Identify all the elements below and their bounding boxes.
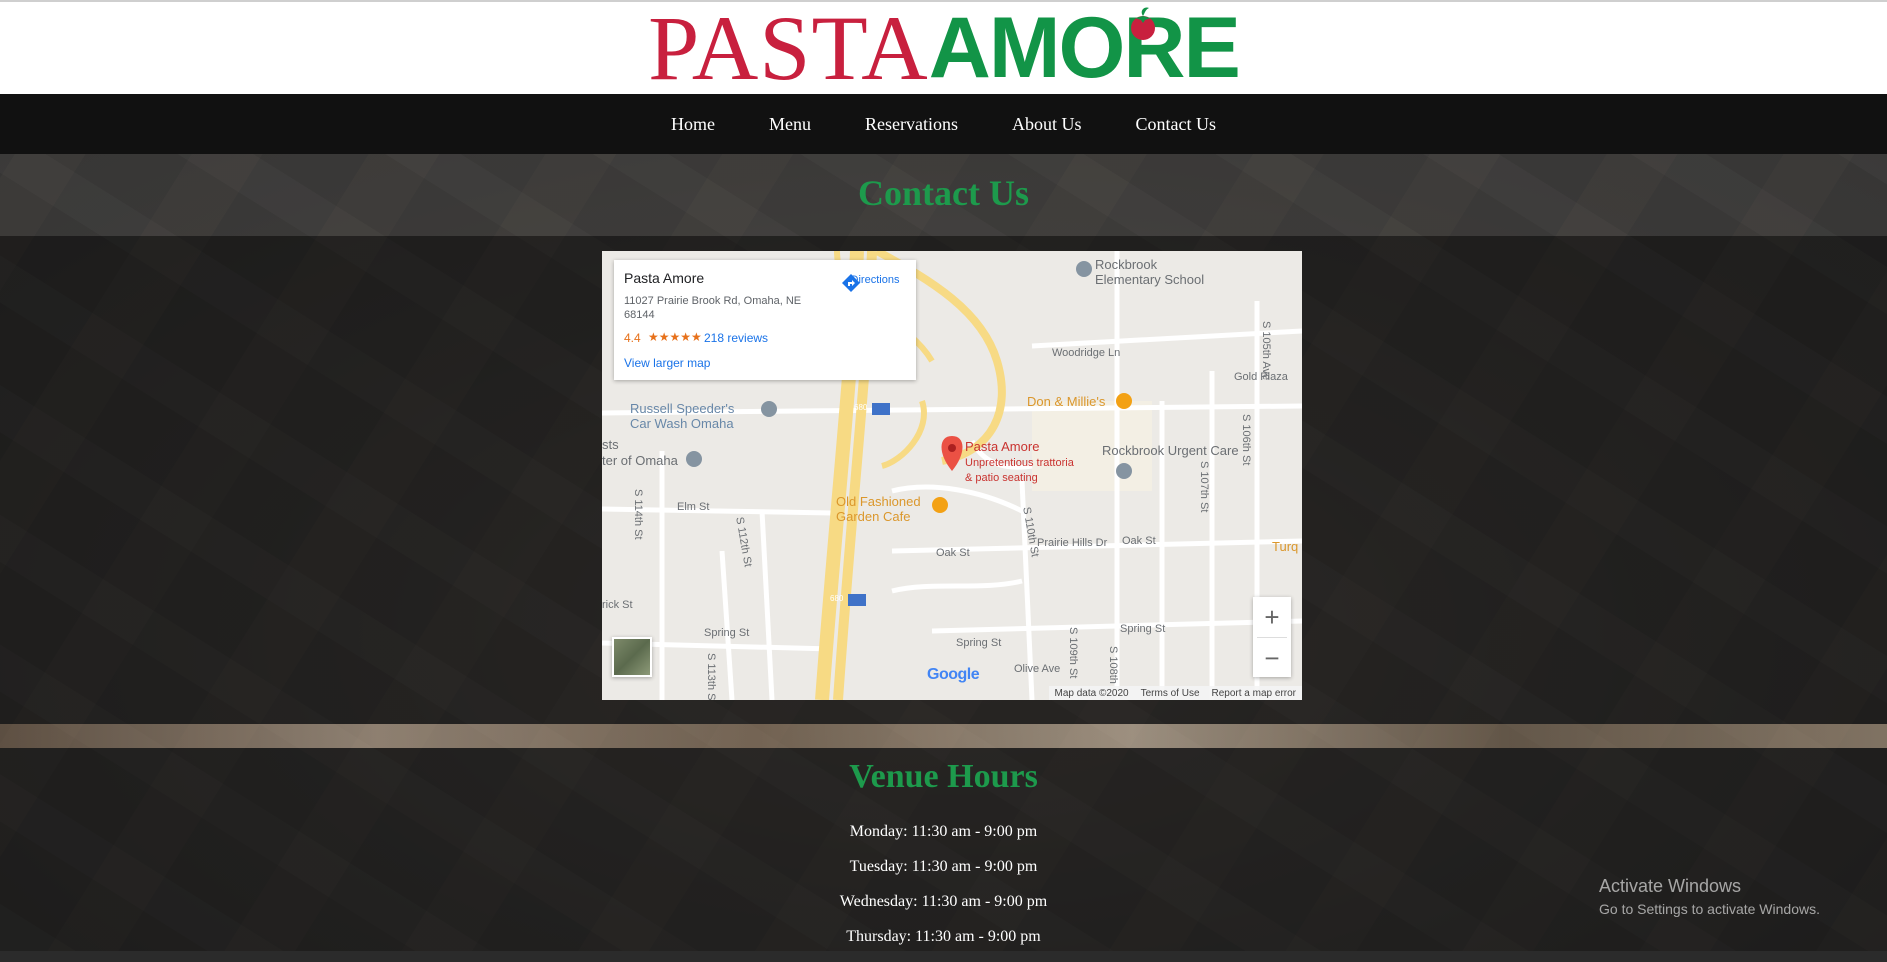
street-oak: Oak St bbox=[936, 547, 970, 559]
street-s114th: S 114th St bbox=[632, 489, 644, 540]
directions-icon bbox=[842, 274, 860, 292]
place-address: 11027 Prairie Brook Rd, Omaha, NE 68144 bbox=[624, 295, 802, 321]
zoom-controls: + − bbox=[1253, 597, 1291, 677]
street-spring-east: Spring St bbox=[1120, 623, 1166, 635]
map-data-attribution: Map data ©2020 bbox=[1054, 687, 1129, 699]
street-s105th: S 105th Ave bbox=[1260, 321, 1272, 381]
poi-rockbrook-urgent-care: Rockbrook Urgent Care bbox=[1102, 443, 1239, 458]
site-logo[interactable]: PASTA AMORE bbox=[648, 0, 1241, 99]
street-elm: Elm St bbox=[677, 501, 710, 513]
nav-reservations[interactable]: Reservations bbox=[865, 114, 958, 135]
logo-amore-text: AMORE bbox=[928, 0, 1241, 96]
poi-don-millies: Don & Millie's bbox=[1027, 394, 1106, 409]
terms-of-use-link[interactable]: Terms of Use bbox=[1141, 688, 1200, 699]
street-s109th: S 109th St bbox=[1067, 627, 1079, 679]
poi-turq: Turq bbox=[1272, 539, 1299, 554]
satellite-toggle[interactable] bbox=[612, 637, 652, 677]
reviews-link[interactable]: 218 reviews bbox=[704, 331, 768, 345]
street-woodridge: Woodridge Ln bbox=[1052, 347, 1121, 359]
pin-pasta-amore[interactable]: Pasta Amore Unpretentious trattoria & pa… bbox=[965, 439, 1074, 484]
street-spring: Spring St bbox=[704, 627, 750, 639]
nav-menu[interactable]: Menu bbox=[769, 114, 811, 135]
nav-about-us[interactable]: About Us bbox=[1012, 114, 1082, 135]
street-oak-east: Oak St bbox=[1122, 535, 1156, 547]
street-s113th: S 113th St bbox=[705, 653, 717, 700]
logo-pasta-text: PASTA bbox=[648, 0, 929, 99]
poi-russell-speeders: Russell Speeder's Car Wash Omaha bbox=[630, 401, 735, 431]
main-nav: Home Menu Reservations About Us Contact … bbox=[0, 94, 1887, 154]
tomato-icon bbox=[1131, 7, 1156, 40]
hours-thursday: Thursday: 11:30 am - 9:00 pm bbox=[846, 928, 1041, 945]
directions-button[interactable]: Directions bbox=[840, 272, 910, 292]
google-logo: Google bbox=[927, 666, 980, 684]
nav-home[interactable]: Home bbox=[671, 114, 715, 135]
street-spring-center: Spring St bbox=[956, 637, 1002, 649]
poi-rockbrook-school: Rockbrook Elementary School bbox=[1095, 257, 1205, 287]
place-rating: 4.4 bbox=[624, 331, 641, 345]
interstate-shield-1: 680 bbox=[854, 403, 868, 412]
google-logo-text: Google bbox=[927, 666, 980, 683]
hours-title: Venue Hours bbox=[849, 758, 1038, 795]
activate-subtitle: Go to Settings to activate Windows. bbox=[1599, 901, 1820, 917]
map-footer: Map data ©2020 Terms of Use Report a map… bbox=[1048, 686, 1302, 700]
nav-contact-us[interactable]: Contact Us bbox=[1136, 114, 1217, 135]
google-map[interactable]: 680 680 Rockbrook Elementary School Don … bbox=[602, 251, 1302, 700]
report-map-error-link[interactable]: Report a map error bbox=[1212, 688, 1296, 699]
street-frick: rick St bbox=[602, 599, 633, 611]
poi-old-fashioned-garden-cafe: Old Fashioned Garden Cafe bbox=[836, 494, 921, 524]
street-s107th: S 107th St bbox=[1198, 461, 1210, 513]
street-s106th: S 106th St bbox=[1240, 414, 1252, 466]
poi-center-omaha: ter of Omaha bbox=[602, 453, 678, 468]
zoom-out-button[interactable]: − bbox=[1253, 638, 1291, 678]
site-header: PASTA AMORE bbox=[0, 2, 1887, 94]
place-info-card: Pasta Amore 11027 Prairie Brook Rd, Omah… bbox=[614, 260, 916, 380]
street-s108th: S 108th bbox=[1107, 646, 1119, 684]
page-title: Contact Us bbox=[858, 173, 1029, 213]
activate-windows-watermark: Activate Windows Go to Settings to activ… bbox=[1599, 876, 1820, 917]
view-larger-map-link[interactable]: View larger map bbox=[624, 356, 710, 370]
street-olive: Olive Ave bbox=[1014, 663, 1061, 675]
activate-title: Activate Windows bbox=[1599, 876, 1742, 896]
interstate-shield-2: 680 bbox=[830, 594, 844, 603]
street-prairie-hills: Prairie Hills Dr bbox=[1037, 537, 1108, 549]
background-strip bbox=[0, 724, 1887, 748]
zoom-in-button[interactable]: + bbox=[1253, 597, 1291, 637]
poi-sts: sts bbox=[602, 437, 619, 452]
rating-stars-icon: ★★★★★ bbox=[648, 330, 702, 344]
place-name: Pasta Amore bbox=[624, 270, 705, 286]
hours-monday: Monday: 11:30 am - 9:00 pm bbox=[849, 823, 1038, 840]
